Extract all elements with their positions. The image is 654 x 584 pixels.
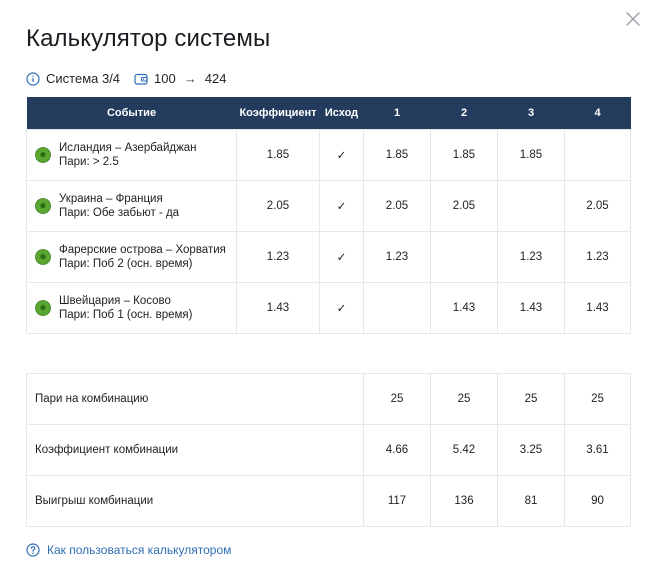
event-cell: Фарерские острова – Хорватия Пари: Поб 2… bbox=[26, 230, 237, 283]
col-3: 3 bbox=[497, 97, 565, 129]
summary-cell: 117 bbox=[363, 475, 431, 527]
wallet-icon bbox=[134, 72, 148, 86]
summary-cell: 25 bbox=[564, 373, 631, 425]
bet-name: Пари: Поб 1 (осн. время) bbox=[59, 308, 193, 321]
combo-cell: 1.23 bbox=[564, 230, 631, 283]
question-icon bbox=[26, 543, 40, 557]
event-name: Швейцария – Косово bbox=[59, 294, 171, 307]
summary-cell: 81 bbox=[497, 475, 565, 527]
system-label: Система 3/4 bbox=[46, 71, 121, 86]
football-icon bbox=[35, 197, 51, 214]
table-row: Пари на комбинацию 25 25 25 25 bbox=[26, 373, 631, 425]
col-2: 2 bbox=[430, 97, 498, 129]
check-icon: ✓ bbox=[319, 128, 364, 181]
combo-cell: 2.05 bbox=[363, 179, 431, 232]
combo-cell bbox=[430, 230, 498, 283]
combo-cell: 2.05 bbox=[430, 179, 498, 232]
summary-cell: 25 bbox=[497, 373, 565, 425]
combo-cell bbox=[497, 179, 565, 232]
event-name: Фарерские острова – Хорватия bbox=[59, 243, 226, 256]
combo-cell bbox=[363, 281, 431, 334]
coef-cell: 1.23 bbox=[236, 230, 320, 283]
table-row: Украина – Франция Пари: Обе забьют - да … bbox=[26, 179, 631, 232]
bet-name: Пари: Обе забьют - да bbox=[59, 206, 180, 219]
summary-label: Пари на комбинацию bbox=[26, 373, 364, 425]
summary-cell: 90 bbox=[564, 475, 631, 527]
col-1: 1 bbox=[363, 97, 431, 129]
combo-cell: 1.85 bbox=[430, 128, 498, 181]
combo-cell: 1.23 bbox=[363, 230, 431, 283]
summary-cell: 5.42 bbox=[430, 424, 498, 476]
check-icon: ✓ bbox=[319, 230, 364, 283]
football-icon bbox=[35, 248, 51, 265]
event-name: Исландия – Азербайджан bbox=[59, 141, 197, 154]
stake-payout: 100 → 424 bbox=[134, 71, 226, 86]
close-button[interactable] bbox=[624, 10, 642, 28]
combo-cell: 1.85 bbox=[497, 128, 565, 181]
event-name: Украина – Франция bbox=[59, 192, 163, 205]
combo-cell bbox=[564, 128, 631, 181]
summary-cell: 3.25 bbox=[497, 424, 565, 476]
info-icon bbox=[26, 71, 40, 86]
combo-cell: 1.23 bbox=[497, 230, 565, 283]
table-row: Швейцария – Косово Пари: Поб 1 (осн. вре… bbox=[26, 281, 631, 334]
summary-cell: 25 bbox=[363, 373, 431, 425]
table-row: Выигрыш комбинации 117 136 81 90 bbox=[26, 475, 631, 527]
combo-cell: 1.43 bbox=[430, 281, 498, 334]
event-cell: Исландия – Азербайджан Пари: > 2.5 bbox=[26, 128, 237, 181]
football-icon bbox=[35, 146, 51, 163]
close-icon bbox=[626, 12, 640, 26]
table-row: Коэффициент комбинации 4.66 5.42 3.25 3.… bbox=[26, 424, 631, 476]
system-info: Система 3/4 100 → 424 bbox=[26, 71, 240, 86]
table-header: Событие Коэффициент Исход 1 2 3 4 bbox=[26, 97, 631, 129]
col-event: Событие bbox=[26, 97, 237, 129]
payout-value: 424 bbox=[204, 71, 227, 86]
events-table: Событие Коэффициент Исход 1 2 3 4 Исланд… bbox=[26, 97, 631, 334]
check-icon: ✓ bbox=[319, 179, 364, 232]
table-row: Фарерские острова – Хорватия Пари: Поб 2… bbox=[26, 230, 631, 283]
summary-cell: 3.61 bbox=[564, 424, 631, 476]
coef-cell: 1.85 bbox=[236, 128, 320, 181]
help-link[interactable]: Как пользоваться калькулятором bbox=[26, 543, 231, 557]
event-cell: Украина – Франция Пари: Обе забьют - да bbox=[26, 179, 237, 232]
col-outcome: Исход bbox=[319, 97, 364, 129]
combo-cell: 1.43 bbox=[564, 281, 631, 334]
bet-name: Пари: Поб 2 (осн. время) bbox=[59, 257, 193, 270]
football-icon bbox=[35, 299, 51, 316]
help-link-label: Как пользоваться калькулятором bbox=[47, 543, 232, 557]
check-icon: ✓ bbox=[319, 281, 364, 334]
event-cell: Швейцария – Косово Пари: Поб 1 (осн. вре… bbox=[26, 281, 237, 334]
summary-cell: 136 bbox=[430, 475, 498, 527]
combo-cell: 1.43 bbox=[497, 281, 565, 334]
page-title: Калькулятор системы bbox=[26, 25, 271, 52]
summary-label: Выигрыш комбинации bbox=[26, 475, 364, 527]
summary-cell: 25 bbox=[430, 373, 498, 425]
coef-cell: 2.05 bbox=[236, 179, 320, 232]
coef-cell: 1.43 bbox=[236, 281, 320, 334]
combo-cell: 2.05 bbox=[564, 179, 631, 232]
summary-cell: 4.66 bbox=[363, 424, 431, 476]
col-4: 4 bbox=[564, 97, 631, 129]
stake-value: 100 bbox=[154, 71, 176, 86]
combo-cell: 1.85 bbox=[363, 128, 431, 181]
table-row: Исландия – Азербайджан Пари: > 2.5 1.85 … bbox=[26, 128, 631, 181]
system-type: Система 3/4 bbox=[26, 71, 120, 86]
bet-name: Пари: > 2.5 bbox=[59, 155, 119, 168]
summary-label: Коэффициент комбинации bbox=[26, 424, 364, 476]
arrow-right-icon: → bbox=[183, 71, 197, 86]
summary-table: Пари на комбинацию 25 25 25 25 Коэффицие… bbox=[26, 373, 631, 527]
col-coef: Коэффициент bbox=[236, 97, 320, 129]
